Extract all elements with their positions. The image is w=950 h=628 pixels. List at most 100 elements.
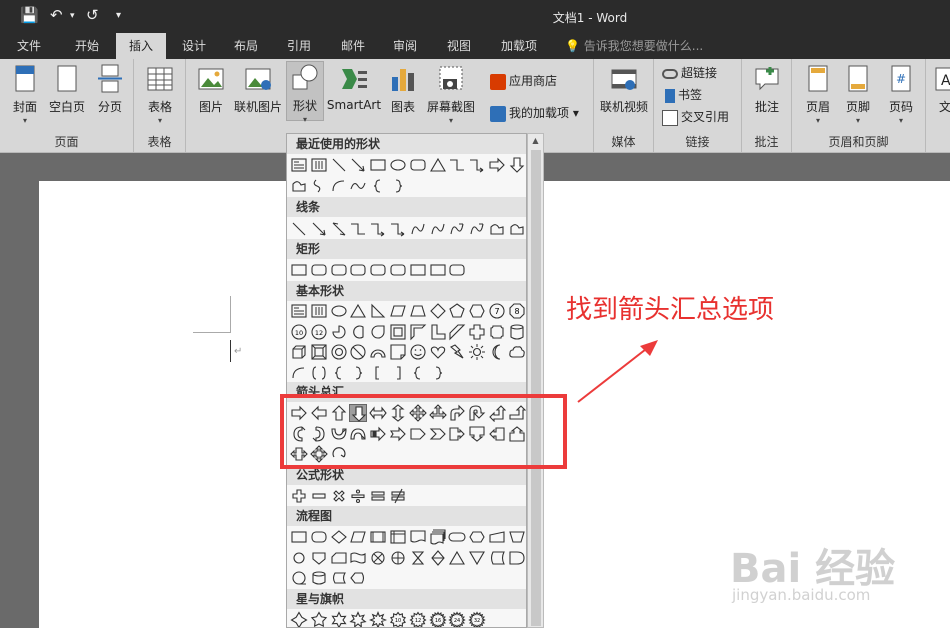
rect-shape-icon[interactable] [290,261,308,279]
plus-shape-icon[interactable] [290,487,308,505]
picture-button[interactable]: 图片 [194,63,228,115]
-n10-shape-icon[interactable]: 10 [389,611,407,627]
br-r-shape-icon[interactable] [389,177,407,195]
tab-layout[interactable]: 布局 [224,33,268,59]
tab-design[interactable]: 设计 [172,33,216,59]
divide-shape-icon[interactable] [349,487,367,505]
equal-shape-icon[interactable] [369,487,387,505]
-n32-shape-icon[interactable]: 32 [468,611,486,627]
f-dir-shape-icon[interactable] [330,569,348,587]
cube-shape-icon[interactable] [290,343,308,361]
tab-review[interactable]: 审阅 [382,33,428,59]
wave-shape-icon[interactable] [349,177,367,195]
cover-button[interactable]: 封面 ▾ [6,63,44,125]
tab-mailings[interactable]: 邮件 [330,33,376,59]
half-shape-icon[interactable] [409,323,427,341]
gallery-scrollbar[interactable]: ▲ [527,133,544,628]
tab-view[interactable]: 视图 [436,33,482,59]
shapes-gallery[interactable]: 最近使用的形状 线条 矩形 基本形状 7 8 10 12 箭头总汇 公式形状 流程图 … [286,133,527,628]
f-conn-shape-icon[interactable] [290,549,308,567]
rect-shape-icon[interactable] [369,156,387,174]
scr-shape-icon[interactable] [310,177,328,195]
f-mer-shape-icon[interactable] [468,549,486,567]
footer-button[interactable]: 页脚 ▾ [840,63,876,125]
scrollbar-thumb[interactable] [531,150,541,626]
line-shape-icon[interactable] [290,220,308,238]
page-break-button[interactable]: 分页 [90,63,130,115]
times-shape-icon[interactable] [330,487,348,505]
vtxt-shape-icon[interactable] [310,302,328,320]
f-card-shape-icon[interactable] [330,549,348,567]
tell-me-box[interactable]: 💡 告诉我您想要做什么... [565,33,703,59]
heart-shape-icon[interactable] [429,343,447,361]
tear-shape-icon[interactable] [369,323,387,341]
n10-shape-icon[interactable]: 10 [290,323,308,341]
table-button[interactable]: 表格 ▾ [140,63,180,125]
br-r-shape-icon[interactable] [429,364,447,382]
tab-file[interactable]: 文件 [6,33,52,59]
pie-shape-icon[interactable] [330,323,348,341]
online-picture-button[interactable]: 联机图片 [232,63,284,115]
donut-shape-icon[interactable] [330,343,348,361]
can-shape-icon[interactable] [508,323,526,341]
tab-home[interactable]: 开始 [64,33,110,59]
-s4-shape-icon[interactable] [290,611,308,627]
arc-shape-icon[interactable] [290,364,308,382]
noent-shape-icon[interactable] [349,343,367,361]
screenshot-button[interactable]: 屏幕截图 ▾ [424,63,478,125]
tri-shape-icon[interactable] [349,302,367,320]
smile-shape-icon[interactable] [409,343,427,361]
f-sort-shape-icon[interactable] [429,549,447,567]
br-r-shape-icon[interactable] [349,364,367,382]
f-seq-shape-icon[interactable] [290,569,308,587]
f-prep-shape-icon[interactable] [468,528,486,546]
f-m-doc-shape-icon[interactable] [429,528,447,546]
bevel-shape-icon[interactable] [310,343,328,361]
br-l-shape-icon[interactable] [330,364,348,382]
cross-shape-icon[interactable] [468,323,486,341]
tri-shape-icon[interactable] [429,156,447,174]
f-st-d-shape-icon[interactable] [488,549,506,567]
arc-shape-icon[interactable] [330,177,348,195]
f-pre-shape-icon[interactable] [369,528,387,546]
f-col-shape-icon[interactable] [409,549,427,567]
ell-shape-icon[interactable] [389,156,407,174]
store-button[interactable]: 应用商店 [490,71,557,91]
f-proc-shape-icon[interactable] [290,528,308,546]
f-disp-shape-icon[interactable] [349,569,367,587]
frame-shape-icon[interactable] [389,323,407,341]
rect-shape-icon[interactable] [429,261,447,279]
diag-shape-icon[interactable] [448,323,466,341]
crossref-button[interactable]: 交叉引用 [662,107,729,127]
page-number-button[interactable]: # 页码 ▾ [882,63,920,125]
arr-shape-icon[interactable] [310,220,328,238]
vtxt-shape-icon[interactable] [310,156,328,174]
br-l-shape-icon[interactable] [409,364,427,382]
elb-a-shape-icon[interactable] [389,220,407,238]
header-button[interactable]: 页眉 ▾ [800,63,836,125]
f-dec-shape-icon[interactable] [330,528,348,546]
neq-shape-icon[interactable] [389,487,407,505]
f-term-shape-icon[interactable] [448,528,466,546]
hex-shape-icon[interactable] [468,302,486,320]
sun-shape-icon[interactable] [468,343,486,361]
f-off-shape-icon[interactable] [310,549,328,567]
my-addins-button[interactable]: 我的加载项 ▾ [490,103,579,123]
rrect-shape-icon[interactable] [349,261,367,279]
-n12-shape-icon[interactable]: 12 [409,611,427,627]
tab-addins[interactable]: 加载项 [492,33,546,59]
hyperlink-button[interactable]: 超链接 [662,63,717,83]
trap-shape-icon[interactable] [409,302,427,320]
smartart-button[interactable]: SmartArt [326,63,382,112]
pent-shape-icon[interactable] [448,302,466,320]
minus-shape-icon[interactable] [310,487,328,505]
n12-shape-icon[interactable]: 12 [310,323,328,341]
elb-a-shape-icon[interactable] [369,220,387,238]
ell-shape-icon[interactable] [330,302,348,320]
-s6-shape-icon[interactable] [330,611,348,627]
sq-r-shape-icon[interactable] [389,364,407,382]
rrect-shape-icon[interactable] [448,261,466,279]
f-sum-shape-icon[interactable] [369,549,387,567]
blockarc-shape-icon[interactable] [369,343,387,361]
-s5-shape-icon[interactable] [310,611,328,627]
